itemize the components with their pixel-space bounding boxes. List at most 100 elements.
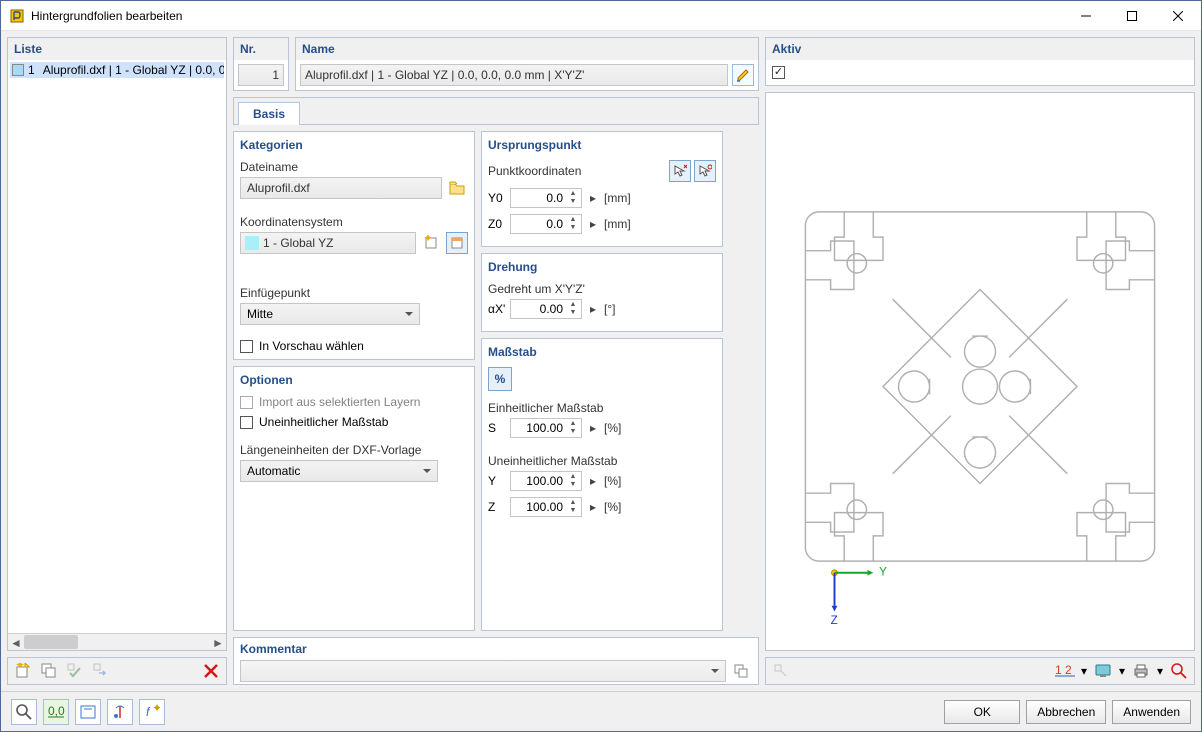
koord-label: Koordinatensystem [240,215,468,229]
z-scale-input[interactable]: 100.00▲▼ [510,497,582,517]
coordsys-swatch [245,236,259,250]
dateiname-label: Dateiname [240,160,468,174]
footer-function-button[interactable]: f✦ [139,699,165,725]
name-input[interactable]: Aluprofil.dxf | 1 - Global YZ | 0.0, 0.0… [300,64,728,86]
window-title: Hintergrundfolien bearbeiten [31,9,1063,23]
preview-display-dropdown[interactable]: ▾ [1117,660,1127,682]
uneinh-massstab-label: Uneinheitlicher Maßstab [488,454,716,468]
list-item-label: Aluprofil.dxf | 1 - Global YZ | 0.0, 0.0 [43,63,224,77]
z0-input[interactable]: 0.0▲▼ [510,214,582,234]
s-label: S [488,421,506,435]
aktiv-header: Aktiv [766,38,1194,60]
link-arrow-button[interactable] [90,660,112,682]
select-coordsys-button[interactable] [446,232,468,254]
preview-tool-1-button[interactable] [770,660,792,682]
y-scale-input[interactable]: 100.00▲▼ [510,471,582,491]
percent-mode-button[interactable]: % [488,367,512,391]
new-coordsys-button[interactable]: ✦ [420,232,442,254]
list-item[interactable]: 1 Aluprofil.dxf | 1 - Global YZ | 0.0, 0… [10,62,224,78]
ax-input[interactable]: 0.00▲▼ [510,299,582,319]
close-button[interactable] [1155,1,1201,31]
browse-file-button[interactable] [446,177,468,199]
scroll-thumb[interactable] [24,635,78,649]
kommentar-combo[interactable] [240,660,726,682]
einfuege-select[interactable]: Mitte [240,303,420,325]
delete-item-button[interactable] [200,660,222,682]
y0-label: Y0 [488,191,506,205]
uneinh-checkbox[interactable]: Uneinheitlicher Maßstab [240,415,468,429]
z0-more-button[interactable]: ▸ [586,217,600,231]
cancel-button[interactable]: Abbrechen [1026,700,1106,724]
list-item-number: 1 [28,63,39,77]
drehung-header: Drehung [488,260,716,274]
laenge-label: Längeneinheiten der DXF-Vorlage [240,443,468,457]
preview-numbers-button[interactable]: 1 2 3 [1054,660,1076,682]
horizontal-scrollbar[interactable]: ◄ ► [8,633,226,650]
vorschau-checkbox[interactable]: In Vorschau wählen [240,339,468,353]
svg-text:0,00: 0,00 [48,705,65,718]
pick-point-1-button[interactable] [669,160,691,182]
tab-basis[interactable]: Basis [238,102,300,125]
edit-name-button[interactable] [732,64,754,86]
optionen-header: Optionen [240,373,468,387]
profile-drawing: Y Z [786,133,1174,640]
punkt-label: Punktkoordinaten [488,164,581,178]
ax-more-button[interactable]: ▸ [586,302,600,316]
preview-print-dropdown[interactable]: ▾ [1155,660,1165,682]
list-toolbar: ✦ [7,657,227,685]
app-icon [9,8,25,24]
aktiv-checkbox[interactable]: ✓ [772,66,1188,79]
preview-numbers-dropdown[interactable]: ▾ [1079,660,1089,682]
svg-text:f: f [146,705,151,719]
preview-toolbar: 1 2 3 ▾ ▾ ▾ [765,657,1195,685]
kommentar-pick-button[interactable] [730,660,752,682]
einfuege-label: Einfügepunkt [240,286,468,300]
preview-zoom-reset-button[interactable] [1168,660,1190,682]
scroll-left-icon[interactable]: ◄ [8,634,24,651]
list-header: Liste [8,38,226,60]
preview-print-button[interactable] [1130,660,1152,682]
massstab-header: Maßstab [488,345,716,359]
footer-view-2-button[interactable] [107,699,133,725]
y0-input[interactable]: 0.0▲▼ [510,188,582,208]
svg-text:1 2 3: 1 2 3 [1055,664,1075,677]
nr-input[interactable]: 1 [238,64,284,86]
preview-display-button[interactable] [1092,660,1114,682]
dateiname-input[interactable]: Aluprofil.dxf [240,177,442,199]
footer-view-1-button[interactable] [75,699,101,725]
nr-header: Nr. [234,38,288,60]
footer: 0,00 f✦ OK Abbrechen Anwenden [1,691,1201,731]
maximize-button[interactable] [1109,1,1155,31]
preview-pane: Y Z [765,92,1195,651]
list-box[interactable]: 1 Aluprofil.dxf | 1 - Global YZ | 0.0, 0… [8,60,226,633]
spin-down-icon[interactable]: ▼ [566,198,580,206]
list-item-swatch [12,64,24,76]
footer-units-button[interactable]: 0,00 [43,699,69,725]
titlebar: Hintergrundfolien bearbeiten [1,1,1201,31]
new-item-button[interactable]: ✦ [12,660,34,682]
footer-search-button[interactable] [11,699,37,725]
ok-button[interactable]: OK [944,700,1020,724]
kommentar-header: Kommentar [240,642,752,656]
axis-z-label: Z [831,614,838,627]
ursprung-header: Ursprungspunkt [488,138,716,152]
minimize-button[interactable] [1063,1,1109,31]
y0-more-button[interactable]: ▸ [586,191,600,205]
svg-text:✦: ✦ [15,663,25,672]
link-checked-button[interactable] [64,660,86,682]
spin-up-icon[interactable]: ▲ [566,190,580,198]
laenge-select[interactable]: Automatic [240,460,438,482]
pick-point-2-button[interactable] [694,160,716,182]
axis-y-label: Y [879,566,887,579]
name-header: Name [296,38,758,60]
einh-massstab-label: Einheitlicher Maßstab [488,401,716,415]
koord-input[interactable]: 1 - Global YZ [240,232,416,254]
svg-text:✦: ✦ [152,704,160,715]
kategorien-header: Kategorien [240,138,468,152]
copy-item-button[interactable] [38,660,60,682]
s-input[interactable]: 100.00▲▼ [510,418,582,438]
y-label: Y [488,474,506,488]
scroll-right-icon[interactable]: ► [210,634,226,651]
gedreht-label: Gedreht um X'Y'Z' [488,282,716,296]
apply-button[interactable]: Anwenden [1112,700,1191,724]
